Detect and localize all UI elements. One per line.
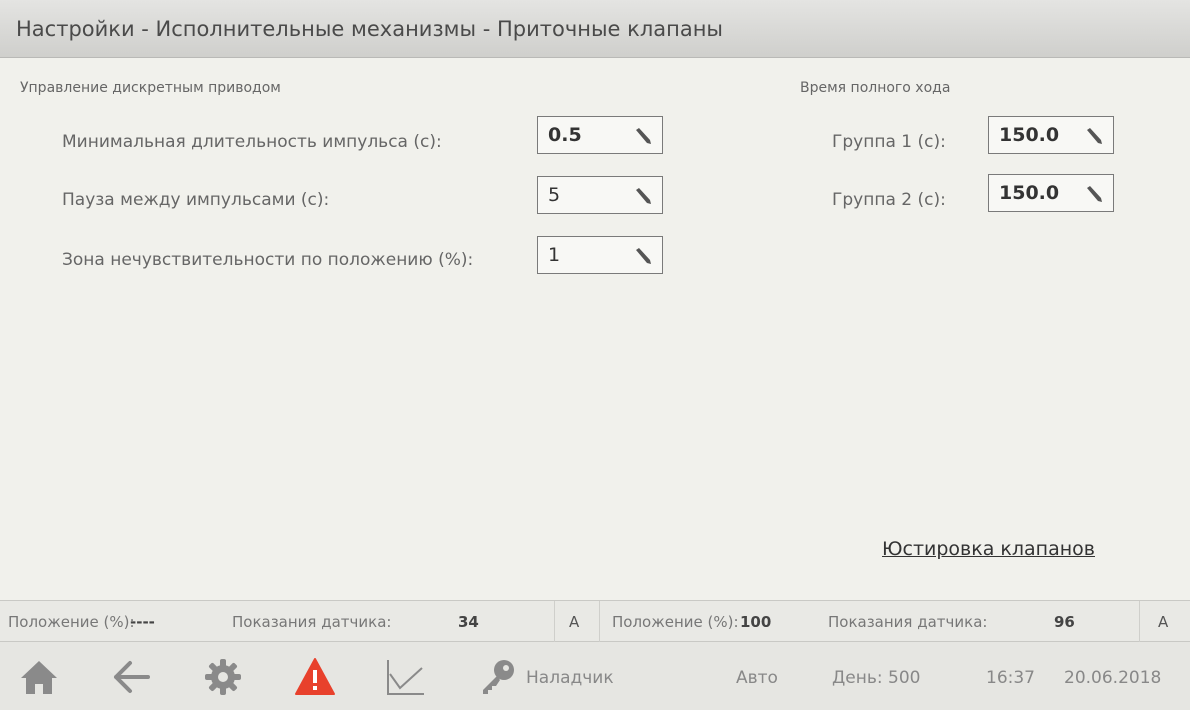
stroke-time-section-label: Время полного хода bbox=[800, 80, 951, 96]
home-icon[interactable] bbox=[18, 656, 60, 698]
sensor-value: 96 bbox=[1054, 613, 1075, 631]
edit-pencil-icon[interactable] bbox=[634, 127, 652, 145]
sensor-value: 34 bbox=[458, 613, 479, 631]
sensor-label: Показания датчика: bbox=[828, 613, 988, 631]
status-right: Положение (%): 100 Показания датчика: 96 bbox=[600, 601, 1140, 642]
deadband-value: 1 bbox=[548, 244, 561, 266]
mode-auto: Авто bbox=[736, 668, 778, 688]
clock-time: 16:37 bbox=[986, 668, 1035, 688]
group1-field[interactable]: 150.0 bbox=[988, 116, 1114, 154]
min-pulse-label: Минимальная длительность импульса (с): bbox=[62, 132, 442, 152]
settings-panel: Управление дискретным приводом Минимальн… bbox=[0, 58, 1190, 600]
position-value: 100 bbox=[740, 613, 772, 631]
valve-calibration-link[interactable]: Юстировка клапанов bbox=[882, 538, 1095, 560]
position-label: Положение (%): bbox=[8, 613, 135, 631]
deadband-field[interactable]: 1 bbox=[537, 236, 663, 274]
pause-value: 5 bbox=[548, 184, 561, 206]
mode-cell-left: A bbox=[555, 601, 600, 642]
min-pulse-value: 0.5 bbox=[548, 124, 582, 146]
mode-indicator: A bbox=[1158, 613, 1169, 631]
back-arrow-icon[interactable] bbox=[110, 656, 152, 698]
edit-pencil-icon[interactable] bbox=[634, 187, 652, 205]
min-pulse-field[interactable]: 0.5 bbox=[537, 116, 663, 154]
sensor-label: Показания датчика: bbox=[232, 613, 392, 631]
group2-field[interactable]: 150.0 bbox=[988, 174, 1114, 212]
group1-value: 150.0 bbox=[999, 124, 1060, 146]
status-bar: Положение (%): ---- Показания датчика: 3… bbox=[0, 600, 1190, 642]
chart-icon[interactable] bbox=[384, 656, 426, 698]
key-icon[interactable] bbox=[478, 656, 520, 698]
edit-pencil-icon[interactable] bbox=[1085, 127, 1103, 145]
mode-cell-right: A bbox=[1140, 601, 1190, 642]
alarm-warning-icon[interactable] bbox=[294, 656, 336, 698]
day-counter: День: 500 bbox=[832, 668, 921, 688]
edit-pencil-icon[interactable] bbox=[1085, 185, 1103, 203]
bottom-toolbar: Наладчик Авто День: 500 16:37 20.06.2018 bbox=[0, 642, 1190, 710]
pause-field[interactable]: 5 bbox=[537, 176, 663, 214]
edit-pencil-icon[interactable] bbox=[634, 247, 652, 265]
page-title: Настройки - Исполнительные механизмы - П… bbox=[16, 17, 724, 41]
clock-date: 20.06.2018 bbox=[1064, 668, 1162, 688]
title-bar: Настройки - Исполнительные механизмы - П… bbox=[0, 0, 1190, 58]
status-left: Положение (%): ---- Показания датчика: 3… bbox=[0, 601, 555, 642]
user-role: Наладчик bbox=[526, 668, 614, 688]
mode-indicator: A bbox=[569, 613, 580, 631]
group2-label: Группа 2 (с): bbox=[832, 190, 946, 210]
deadband-label: Зона нечувствительности по положению (%)… bbox=[62, 250, 474, 270]
position-value: ---- bbox=[130, 613, 155, 631]
group2-value: 150.0 bbox=[999, 182, 1060, 204]
group1-label: Группа 1 (с): bbox=[832, 132, 946, 152]
gear-icon[interactable] bbox=[202, 656, 244, 698]
pause-label: Пауза между импульсами (с): bbox=[62, 190, 330, 210]
position-label: Положение (%): bbox=[612, 613, 739, 631]
discrete-section-label: Управление дискретным приводом bbox=[20, 80, 281, 96]
